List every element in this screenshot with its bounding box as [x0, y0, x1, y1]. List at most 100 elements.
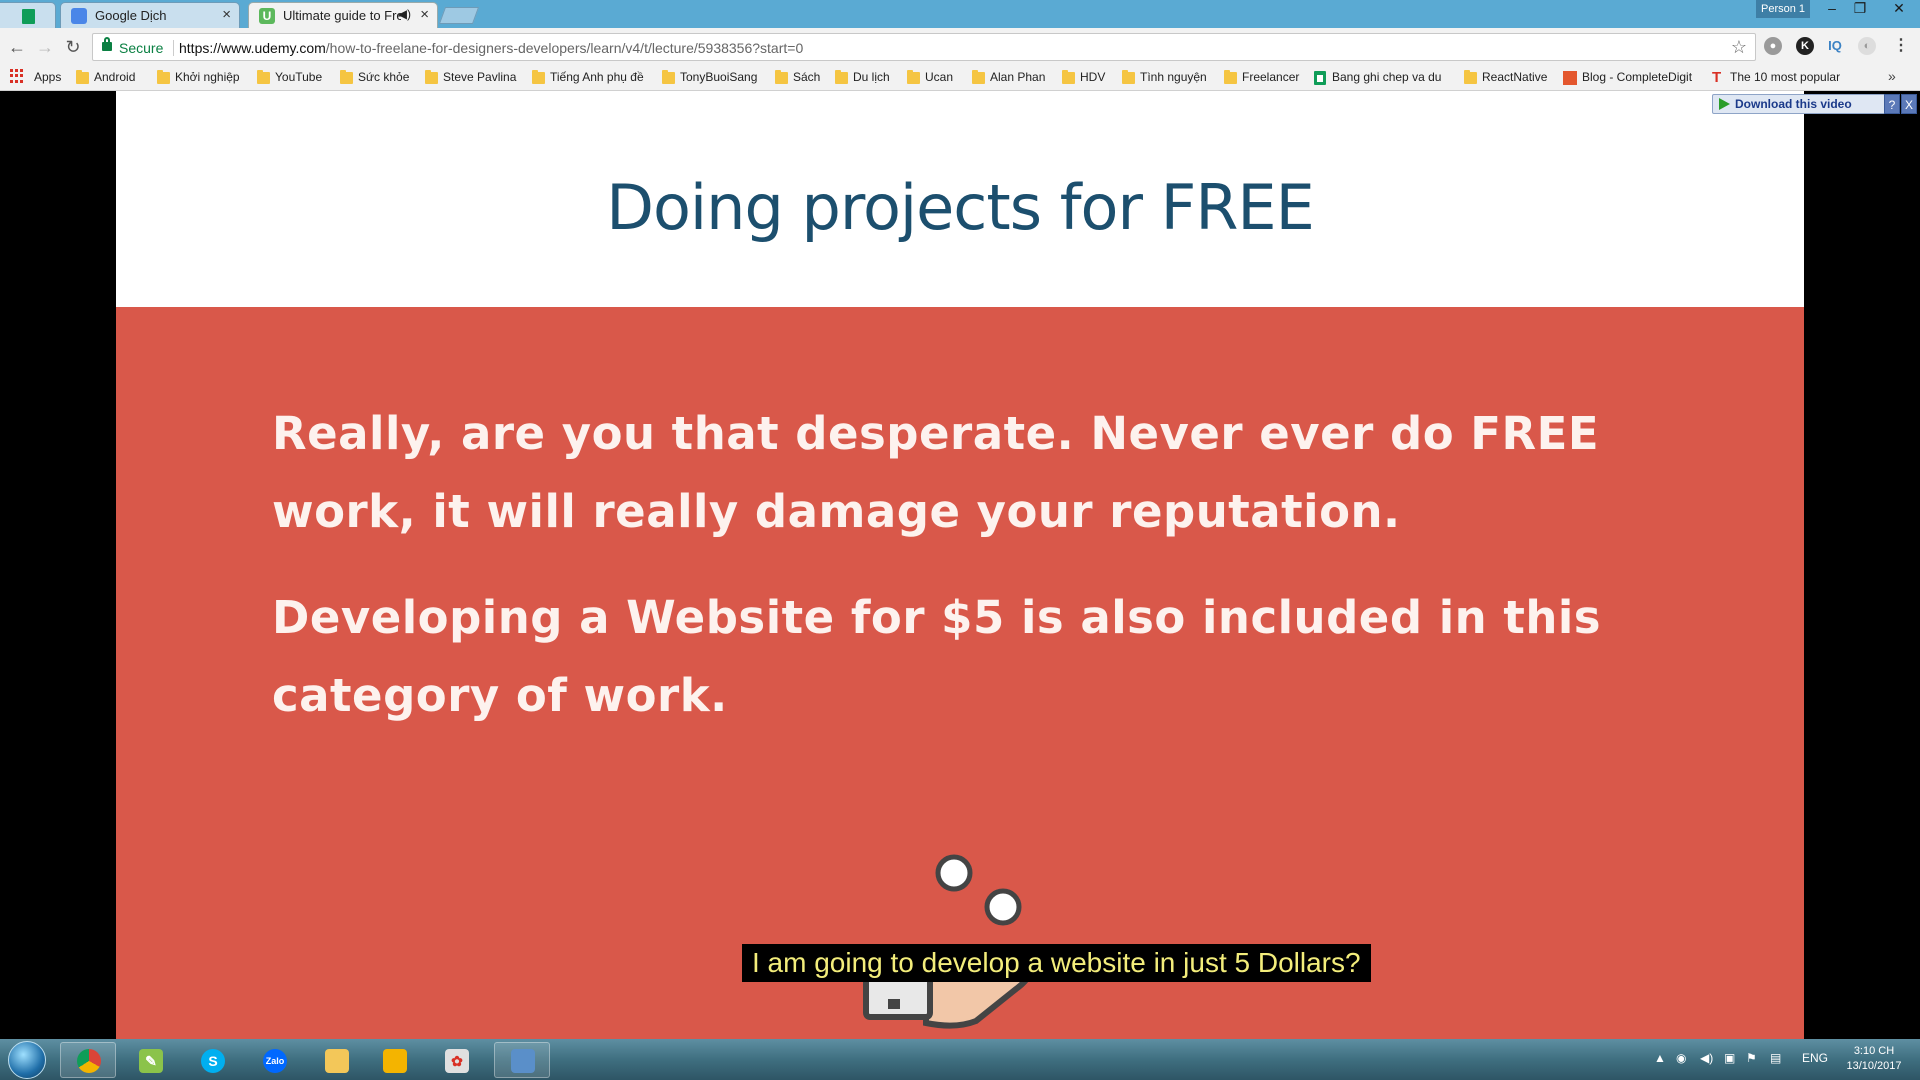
bookmark-label: Sách [793, 70, 821, 84]
taskbar-skype[interactable]: S [184, 1042, 240, 1078]
url-divider [173, 40, 174, 56]
menu-kebab-icon[interactable]: ⋮ [1892, 37, 1910, 55]
extension-shield-icon[interactable]: ● [1764, 37, 1782, 55]
extension-k-icon[interactable]: K [1796, 37, 1814, 55]
profile-button[interactable]: Person 1 [1756, 0, 1810, 18]
files-icon [383, 1049, 407, 1073]
volume-icon[interactable]: ◀) [1700, 1051, 1713, 1065]
slide-paragraph-1: Really, are you that desperate. Never ev… [272, 407, 1600, 538]
restore-icon[interactable]: ❐ [1846, 0, 1874, 18]
close-icon[interactable]: × [420, 6, 429, 23]
folder-icon [76, 70, 89, 84]
taskbar-chrome[interactable] [60, 1042, 116, 1078]
bookmark-sach[interactable]: Sách [773, 70, 820, 88]
bookmark-tinh-nguyen[interactable]: Tình nguyện [1120, 70, 1207, 88]
close-download-button[interactable]: X [1901, 94, 1917, 114]
audio-icon[interactable]: ◀) [398, 7, 411, 21]
url-text[interactable]: https://www.udemy.com/how-to-freelane-fo… [179, 40, 803, 56]
video-player[interactable]: Doing projects for FREE Really, are you … [0, 91, 1920, 1039]
reload-icon[interactable]: ↻ [62, 36, 84, 58]
clock-time: 3:10 CH [1853, 1045, 1895, 1057]
address-bar[interactable]: Secure https://www.udemy.com/how-to-free… [92, 33, 1756, 61]
folder-icon [662, 70, 675, 84]
slide-paragraph-2: Developing a Website for $5 is also incl… [272, 591, 1602, 722]
taskbar-zalo[interactable]: Zalo [246, 1042, 302, 1078]
help-button[interactable]: ? [1884, 94, 1900, 114]
bookmark-khoi-nghiep[interactable]: Khởi nghiệp [155, 70, 240, 88]
folder-icon [257, 70, 270, 84]
taskbar-explorer[interactable] [308, 1042, 364, 1078]
bookmark-du-lich[interactable]: Du lịch [833, 70, 890, 88]
t-favicon-icon: T [1712, 69, 1722, 86]
coin-2 [984, 888, 1022, 926]
tray-overflow-icon[interactable]: ▲ [1654, 1051, 1666, 1065]
start-button[interactable] [8, 1041, 46, 1079]
bookmark-star-icon[interactable]: ☆ [1731, 37, 1747, 58]
slide-title: Doing projects for FREE [606, 171, 1315, 244]
folder-icon [1062, 70, 1075, 84]
taskbar-photos[interactable] [494, 1042, 550, 1078]
bookmark-label: HDV [1080, 70, 1106, 84]
skype-icon: S [201, 1049, 225, 1073]
bookmark-apps[interactable]: Apps [14, 70, 61, 88]
folder-icon [1464, 70, 1477, 84]
bookmark-label: Tình nguyện [1140, 70, 1207, 84]
tab-strip: Google Dịch × U Ultimate guide to Fre ◀)… [0, 0, 1920, 28]
bookmark-tieng-anh[interactable]: Tiếng Anh phụ đề [530, 70, 644, 88]
tray-skype-icon[interactable]: ◉ [1676, 1051, 1686, 1065]
bookmark-bang-ghi-chep[interactable]: Bang ghi chep va du [1312, 70, 1441, 88]
close-icon[interactable]: × [222, 6, 231, 23]
chrome-icon [77, 1049, 101, 1073]
bookmark-10-most-popular[interactable]: T The 10 most popular [1710, 69, 1840, 88]
bookmark-suc-khoe[interactable]: Sức khỏe [338, 70, 409, 88]
tab-google-dich[interactable]: Google Dịch × [60, 2, 240, 28]
sheets-icon [1314, 71, 1326, 85]
lecture-slide: Doing projects for FREE Really, are you … [116, 91, 1804, 1039]
bookmark-tonybuoisang[interactable]: TonyBuoiSang [660, 70, 757, 88]
taskbar-paint[interactable]: ✿ [428, 1042, 484, 1078]
bookmark-blog-completedigit[interactable]: Blog - CompleteDigit [1562, 70, 1692, 88]
folder-icon [325, 1049, 349, 1073]
bookmarks-bar: Apps Android Khởi nghiệp YouTube Sức khỏ… [0, 66, 1920, 91]
folder-icon [157, 70, 170, 84]
new-tab-button[interactable] [438, 7, 480, 24]
extension-gray-icon[interactable]: ◐ [1858, 37, 1876, 55]
bookmark-label: ReactNative [1482, 70, 1548, 84]
bookmark-reactnative[interactable]: ReactNative [1462, 70, 1547, 88]
notepad-icon: ✎ [139, 1049, 163, 1073]
coin-1 [935, 854, 973, 892]
bookmark-hdv[interactable]: HDV [1060, 70, 1105, 88]
windows-taskbar: ✎ S Zalo ✿ ▲ ◉ ◀) ▣ ⚑ ▤ ENG 3:10 CH 13/1… [0, 1039, 1920, 1080]
close-window-icon[interactable]: ✕ [1878, 0, 1920, 18]
bookmark-label: Freelancer [1242, 70, 1300, 84]
extension-iq-icon[interactable]: IQ [1826, 37, 1844, 55]
bookmark-steve-pavlina[interactable]: Steve Pavlina [423, 70, 516, 88]
tab-title: Google Dịch [95, 8, 167, 23]
bookmarks-overflow-icon[interactable]: » [1888, 68, 1896, 84]
bookmark-label: Steve Pavlina [443, 70, 517, 84]
bookmark-label: Alan Phan [990, 70, 1046, 84]
taskbar-files[interactable] [366, 1042, 422, 1078]
taskbar-notepad[interactable]: ✎ [122, 1042, 178, 1078]
slide-header: Doing projects for FREE [116, 91, 1804, 307]
flag-icon[interactable]: ⚑ [1746, 1051, 1757, 1065]
download-video-button[interactable]: Download this video [1712, 94, 1898, 114]
bookmark-freelancer[interactable]: Freelancer [1222, 70, 1299, 88]
forward-icon[interactable]: → [34, 36, 56, 58]
pinned-tab-sheets[interactable] [0, 2, 56, 28]
bookmark-youtube[interactable]: YouTube [255, 70, 322, 88]
tray-app-icon[interactable]: ▣ [1724, 1051, 1735, 1065]
bookmark-label: Android [94, 70, 136, 84]
network-icon[interactable]: ▤ [1770, 1051, 1781, 1065]
system-clock[interactable]: 3:10 CH 13/10/2017 [1836, 1044, 1912, 1074]
bookmark-ucan[interactable]: Ucan [905, 70, 953, 88]
bookmark-android[interactable]: Android [74, 70, 135, 88]
back-icon[interactable]: ← [6, 36, 28, 58]
minimize-icon[interactable]: – [1818, 0, 1846, 18]
url-path: /how-to-freelane-for-designers-developer… [325, 40, 804, 56]
bookmark-label: Tiếng Anh phụ đề [550, 70, 644, 84]
tab-udemy[interactable]: U Ultimate guide to Fre ◀) × [248, 2, 438, 28]
blog-favicon-icon [1563, 71, 1577, 85]
bookmark-alan-phan[interactable]: Alan Phan [970, 70, 1045, 88]
language-indicator[interactable]: ENG [1802, 1051, 1828, 1065]
